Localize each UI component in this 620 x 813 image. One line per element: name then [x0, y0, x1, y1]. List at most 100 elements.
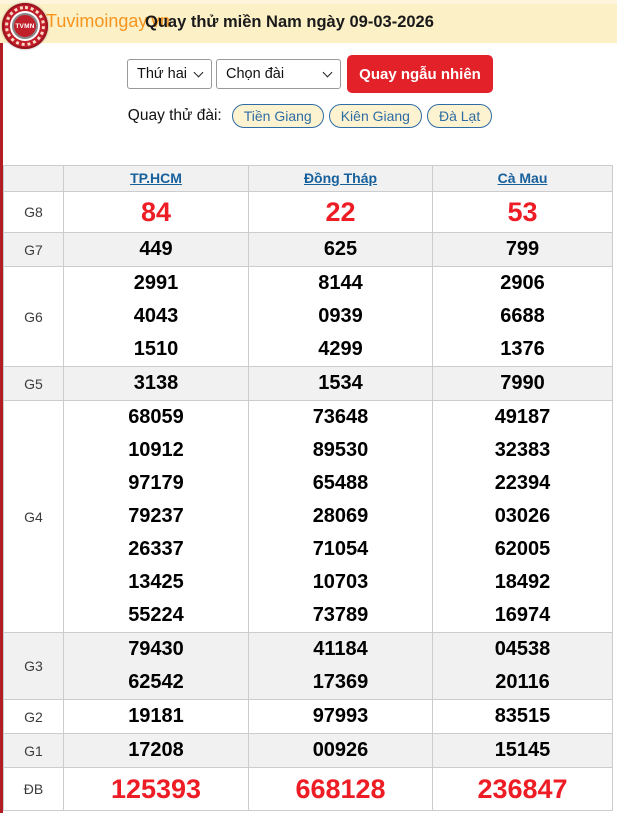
- prize-number: 89530: [312, 439, 369, 461]
- prize-number: 32383: [494, 439, 551, 461]
- prize-cell: 49187 32383 22394 03026 62005 18492 16974: [432, 400, 613, 633]
- prize-label: G6: [3, 266, 64, 367]
- station-column-header: TP.HCM: [63, 165, 249, 192]
- prize-cell: 00926: [248, 733, 433, 768]
- prize-number: 4043: [133, 305, 179, 327]
- prize-number: 62542: [128, 671, 184, 693]
- prize-number: 236847: [477, 774, 568, 804]
- prize-number: 10703: [312, 571, 369, 593]
- prize-number: 18492: [494, 571, 551, 593]
- prize-number: 65488: [312, 472, 369, 494]
- prize-cell: 1534: [248, 366, 433, 401]
- station-column-link-tp-hcm[interactable]: TP.HCM: [130, 170, 182, 186]
- prize-cell: 449: [63, 232, 249, 267]
- prize-label: G8: [3, 191, 64, 233]
- prize-label: G3: [3, 632, 64, 700]
- prize-number: 1376: [500, 338, 545, 360]
- prize-number: 15145: [494, 739, 551, 761]
- prize-number: 68059: [128, 406, 184, 428]
- prize-cell: 15145: [432, 733, 613, 768]
- page: Tuvimoingay.vn Quay thử miền Nam ngày 09…: [0, 0, 620, 813]
- day-select[interactable]: Thứ hai: [127, 59, 212, 89]
- prize-cell: 41184 17369: [248, 632, 433, 700]
- prize-number: 73789: [312, 604, 369, 626]
- table-row-g4: G4 68059 10912 97179 79237 26337 13425 55224 736…: [3, 400, 613, 633]
- prize-number: 7990: [500, 372, 545, 394]
- table-row-g3: G3 79430 62542 41184 17369 04538 20116: [3, 632, 613, 700]
- prize-cell: 19181: [63, 699, 249, 734]
- station-select-value: Chọn đài: [226, 66, 285, 82]
- prize-cell: 2991 4043 1510: [63, 266, 249, 367]
- prize-number: 17208: [128, 739, 184, 761]
- logo-decorative-ring: [5, 6, 45, 46]
- prize-number: 28069: [312, 505, 369, 527]
- trial-stations-row: Quay thử đài: Tiền Giang Kiên Giang Đà Lạt: [0, 104, 620, 128]
- prize-number: 49187: [494, 406, 551, 428]
- prize-number: 10912: [128, 439, 184, 461]
- prize-cell: 668128: [248, 767, 433, 811]
- prize-cell: 68059 10912 97179 79237 26337 13425 55224: [63, 400, 249, 633]
- table-row-g1: G1 17208 00926 15145: [3, 733, 613, 768]
- prize-number: 3138: [133, 372, 179, 394]
- prize-number: 04538: [494, 638, 551, 660]
- prize-cell: 17208: [63, 733, 249, 768]
- prize-number: 125393: [110, 774, 202, 804]
- page-title: Quay thử miền Nam ngày 09-03-2026: [145, 13, 434, 31]
- prize-number: 17369: [312, 671, 369, 693]
- prize-number: 84: [140, 197, 172, 227]
- prize-cell: 22: [248, 191, 433, 233]
- table-row-db: ĐB 125393 668128 236847: [3, 767, 613, 811]
- station-pill-da-lat[interactable]: Đà Lạt: [426, 104, 493, 128]
- prize-label: G5: [3, 366, 64, 401]
- prize-number: 668128: [295, 774, 386, 804]
- prize-number: 55224: [128, 604, 184, 626]
- table-corner-cell: [3, 165, 64, 192]
- prize-number: 03026: [494, 505, 551, 527]
- prize-number: 79430: [128, 638, 184, 660]
- prize-cell: 799: [432, 232, 613, 267]
- prize-number: 6688: [500, 305, 545, 327]
- prize-cell: 84: [63, 191, 249, 233]
- prize-number: 71054: [312, 538, 369, 560]
- prize-number: 53: [507, 197, 538, 227]
- random-spin-button[interactable]: Quay ngẫu nhiên: [347, 55, 493, 93]
- prize-number: 97993: [312, 705, 369, 727]
- station-pill-kien-giang[interactable]: Kiên Giang: [328, 104, 422, 128]
- site-logo[interactable]: TVMN: [2, 3, 48, 49]
- prize-number: 26337: [128, 538, 184, 560]
- table-row-g2: G2 19181 97993 83515: [3, 699, 613, 734]
- prize-number: 16974: [494, 604, 551, 626]
- prize-number: 00926: [312, 739, 369, 761]
- station-select[interactable]: Chọn đài: [216, 59, 341, 89]
- prize-cell: 125393: [63, 767, 249, 811]
- prize-number: 19181: [128, 705, 184, 727]
- prize-number: 2906: [500, 272, 545, 294]
- table-row-g8: G8 84 22 53: [3, 191, 613, 233]
- day-select-value: Thứ hai: [137, 66, 188, 82]
- station-column-link-ca-mau[interactable]: Cà Mau: [498, 170, 548, 186]
- prize-number: 1534: [318, 372, 363, 394]
- header-top-strip: [0, 0, 617, 4]
- prize-number: 79237: [128, 505, 184, 527]
- station-pills-container: Tiền Giang Kiên Giang Đà Lạt: [231, 104, 493, 128]
- prize-cell: 53: [432, 191, 613, 233]
- station-column-link-dong-thap[interactable]: Đồng Tháp: [304, 170, 377, 186]
- prize-number: 20116: [495, 671, 550, 693]
- prize-number: 2991: [133, 272, 179, 294]
- prize-number: 625: [323, 238, 358, 260]
- station-pill-tien-giang[interactable]: Tiền Giang: [231, 104, 324, 128]
- prize-number: 41184: [313, 638, 368, 660]
- prize-cell: 83515: [432, 699, 613, 734]
- results-table: TP.HCM Đồng Tháp Cà Mau G8 84 22 53 G7 449 625 79…: [3, 165, 613, 811]
- prize-label: G1: [3, 733, 64, 768]
- prize-cell: 2906 6688 1376: [432, 266, 613, 367]
- prize-label: G4: [3, 400, 64, 633]
- chevron-down-icon: [193, 67, 204, 77]
- station-column-header: Đồng Tháp: [248, 165, 433, 192]
- prize-label: G7: [3, 232, 64, 267]
- prize-cell: 79430 62542: [63, 632, 249, 700]
- prize-number: 13425: [128, 571, 184, 593]
- prize-number: 0939: [318, 305, 363, 327]
- table-row-g6: G6 2991 4043 1510 8144 0939 4299 2906 6688 1376: [3, 266, 613, 367]
- chevron-down-icon: [322, 67, 333, 77]
